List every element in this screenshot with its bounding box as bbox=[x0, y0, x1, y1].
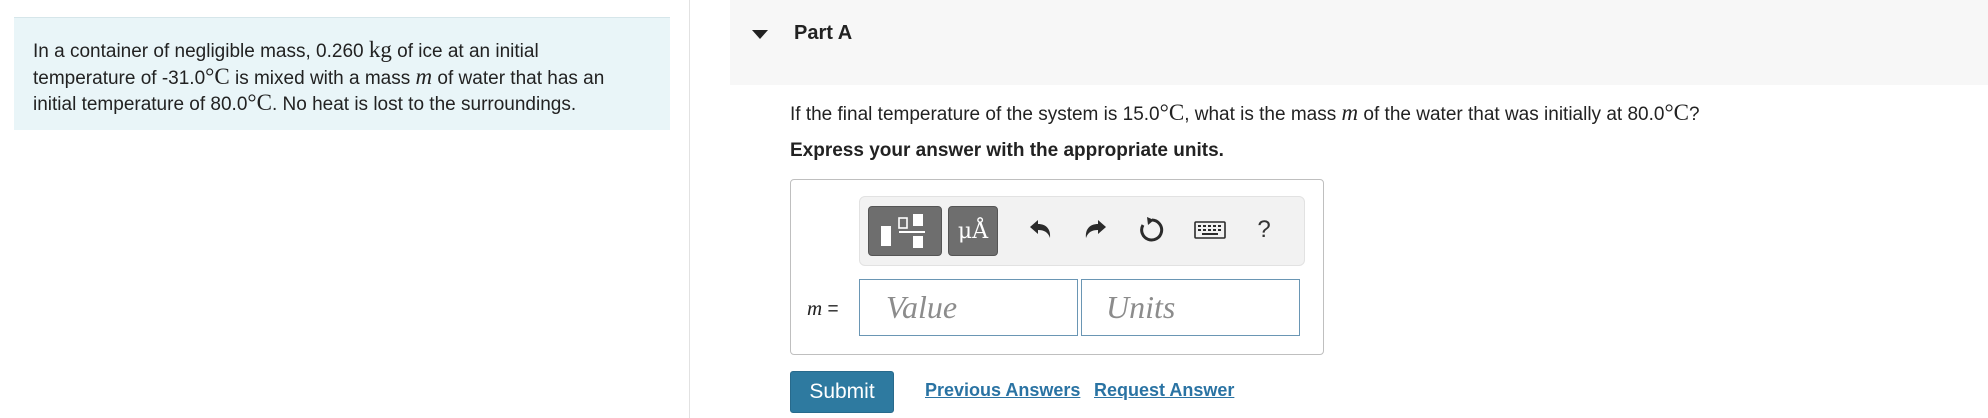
help-icon: ? bbox=[1257, 216, 1271, 243]
answer-box: μÅ ? m = Value Units bbox=[790, 179, 1324, 355]
problem-text: of water that has an bbox=[432, 67, 605, 89]
variable-m: m bbox=[415, 63, 433, 89]
unit-celsius: °C bbox=[205, 63, 230, 89]
part-title: Part A bbox=[794, 22, 853, 44]
question-text: If the final temperature of the system i… bbox=[790, 100, 1700, 128]
question-segment: of the water that was initially at 80.0 bbox=[1358, 104, 1665, 125]
equals-sign: = bbox=[822, 299, 839, 320]
request-answer-link[interactable]: Request Answer bbox=[1094, 380, 1234, 401]
problem-text: In a container of negligible mass, 0.260 bbox=[33, 41, 369, 62]
undo-button[interactable] bbox=[1022, 212, 1058, 248]
unit-celsius: °C bbox=[1664, 100, 1689, 125]
reset-button[interactable] bbox=[1134, 212, 1170, 248]
problem-text: initial temperature of 80.0 bbox=[33, 94, 248, 115]
question-segment: If the final temperature of the system i… bbox=[790, 104, 1160, 125]
symbols-icon: μÅ bbox=[957, 218, 989, 244]
variable-m: m bbox=[807, 296, 823, 320]
unit-kg: kg bbox=[368, 37, 392, 62]
templates-icon bbox=[881, 214, 925, 248]
problem-text: . No heat is lost to the surroundings. bbox=[271, 94, 577, 115]
variable-label: m = bbox=[807, 296, 839, 321]
question-segment: , what is the mass bbox=[1184, 104, 1342, 125]
problem-line-1: In a container of negligible mass, 0.260… bbox=[33, 37, 651, 65]
problem-text: temperature of -31.0 bbox=[33, 67, 206, 89]
problem-line-3: initial temperature of 80.0°C. No heat i… bbox=[33, 90, 651, 118]
units-input[interactable] bbox=[1081, 279, 1300, 336]
question-segment: ? bbox=[1688, 104, 1700, 125]
problem-text: of ice at an initial bbox=[391, 41, 539, 62]
caret-down-icon[interactable] bbox=[752, 30, 768, 39]
part-header[interactable]: Part A bbox=[730, 0, 1988, 85]
redo-icon bbox=[1085, 220, 1106, 238]
symbols-button[interactable]: μÅ bbox=[948, 206, 998, 256]
math-toolbar: μÅ ? bbox=[859, 196, 1305, 266]
previous-answers-link[interactable]: Previous Answers bbox=[925, 380, 1080, 401]
unit-celsius: °C bbox=[1159, 100, 1185, 125]
redo-button[interactable] bbox=[1078, 212, 1114, 248]
variable-m: m bbox=[1341, 100, 1359, 125]
keyboard-button[interactable] bbox=[1190, 212, 1230, 248]
problem-statement: In a container of negligible mass, 0.260… bbox=[14, 17, 670, 130]
problem-text: is mixed with a mass bbox=[229, 67, 416, 89]
problem-panel: In a container of negligible mass, 0.260… bbox=[0, 0, 690, 418]
templates-button[interactable] bbox=[868, 206, 942, 256]
undo-icon bbox=[1030, 220, 1051, 238]
unit-celsius: °C bbox=[247, 90, 272, 115]
instruction-text: Express your answer with the appropriate… bbox=[790, 140, 1224, 161]
reset-icon bbox=[1140, 217, 1164, 242]
value-input[interactable] bbox=[859, 279, 1078, 336]
help-button[interactable]: ? bbox=[1246, 212, 1282, 248]
keyboard-icon bbox=[1194, 221, 1226, 239]
problem-line-2: temperature of -31.0°C is mixed with a m… bbox=[33, 63, 651, 92]
submit-button[interactable]: Submit bbox=[790, 371, 894, 413]
